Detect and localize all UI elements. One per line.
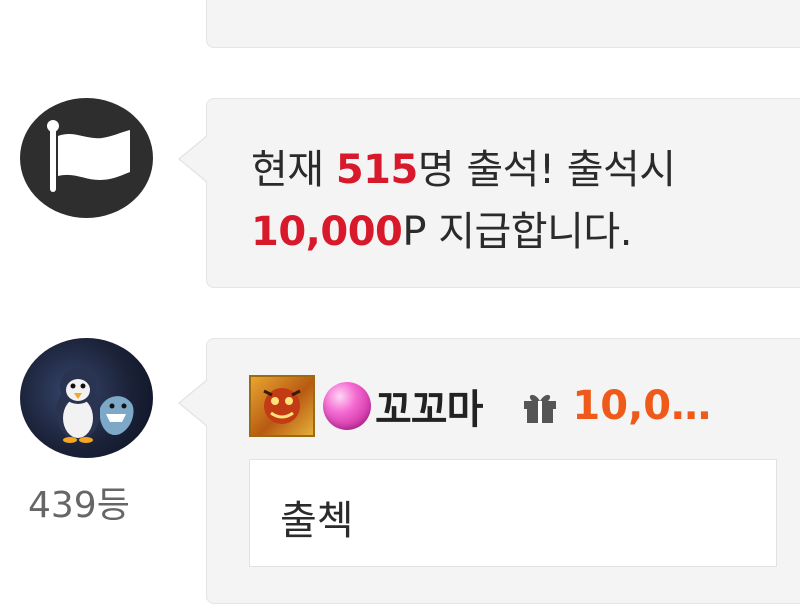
comment-card: 꼬꼬마 10,000 출첵 bbox=[178, 338, 800, 604]
gift-points: 10,000 bbox=[572, 383, 723, 429]
user-rank: 439등 bbox=[28, 485, 130, 526]
attendance-count: 515 bbox=[335, 147, 419, 193]
reward-points: 10,000 bbox=[251, 209, 403, 255]
gift-icon bbox=[520, 387, 560, 425]
attendance-notice-card: 현재 515명 출석! 출석시 10,000P 지급합니다. bbox=[178, 98, 800, 288]
comment-header: 꼬꼬마 10,000 bbox=[249, 375, 800, 437]
reward-points-suffix: P 지급합니다. bbox=[402, 209, 632, 255]
notice-suffix: 명 출석! 출석시 bbox=[417, 147, 676, 193]
level-badge-icon bbox=[249, 375, 315, 437]
comment-text: 출첵 bbox=[280, 498, 354, 544]
user-nickname[interactable]: 꼬꼬마 bbox=[375, 377, 483, 435]
notice-prefix: 현재 bbox=[251, 147, 336, 193]
comment-body: 출첵 bbox=[249, 459, 777, 567]
previous-comment-card: + − bbox=[206, 0, 800, 48]
user-avatar[interactable] bbox=[20, 338, 153, 458]
attendance-message: 현재 515명 출석! 출석시 10,000P 지급합니다. bbox=[251, 139, 676, 263]
candy-icon bbox=[323, 382, 371, 430]
flag-icon bbox=[20, 98, 153, 218]
